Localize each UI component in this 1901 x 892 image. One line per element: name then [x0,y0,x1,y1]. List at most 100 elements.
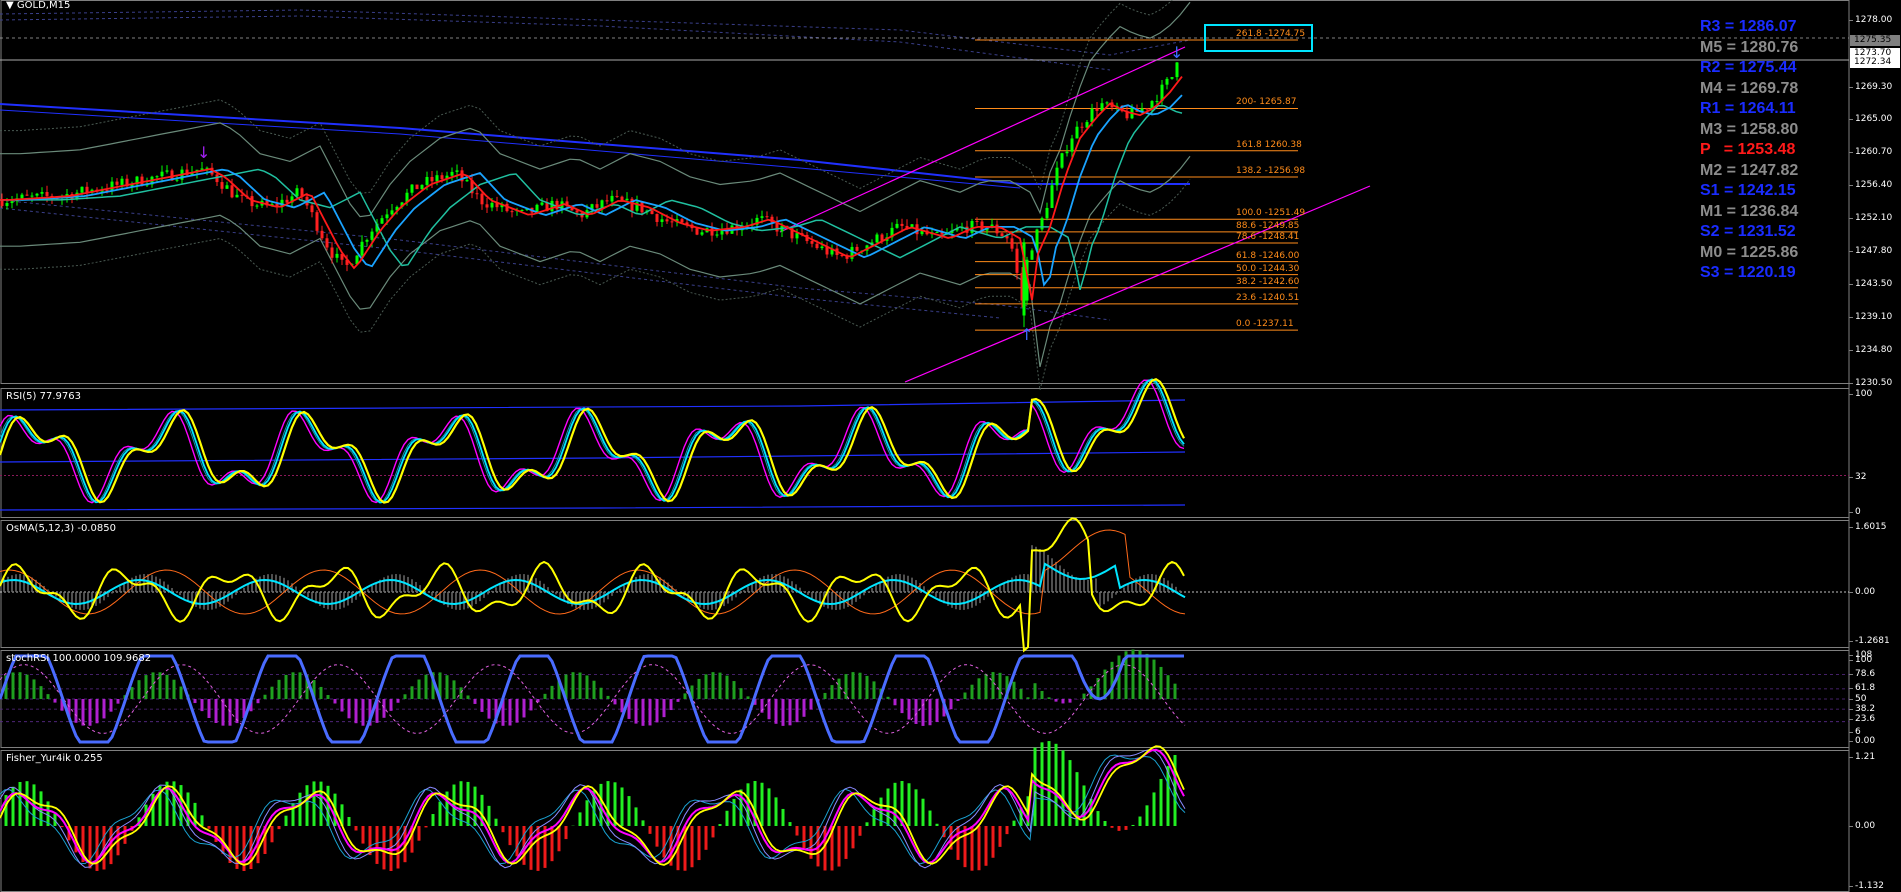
stoch-hist-pos [970,684,974,699]
collapse-triangle-icon[interactable]: ▼ [6,0,14,11]
stoch-hist-neg [669,699,673,711]
stoch-hist-neg [256,699,260,704]
stoch-hist-neg [333,699,337,704]
stoch-hist-pos [32,679,36,699]
rsi-label: RSI(5) 77.9763 [6,391,81,402]
price-tick-label: 1243.50 [1855,279,1893,289]
stoch-hist-pos [277,679,281,699]
stoch-hist-pos [1019,689,1023,699]
stoch-hist-pos [704,674,708,699]
bull-candle [1045,207,1049,219]
price-tick-label: 1230.50 [1855,378,1893,388]
fisher-pane[interactable] [0,741,1186,871]
stoch-hist-pos [319,686,323,699]
bear-candle [680,219,684,223]
stoch-hist-neg [802,699,806,717]
price-tick-label: 1260.70 [1855,147,1893,157]
price-tick-label: 0.00 [1855,821,1876,831]
fisher-hist-neg [354,826,358,831]
stoch-hist-neg [1068,699,1072,703]
bull-candle [5,203,9,206]
price-pane[interactable]: ↓ ↓ ↑ [0,0,1849,391]
rsi-pane[interactable] [0,377,1849,511]
stoch-hist-pos [585,675,589,699]
pivot-levels-panel: R3 = 1286.07 M5 = 1280.76 R2 = 1275.44 M4 =… [1700,17,1840,284]
rsi-signal [0,378,1185,504]
bear-candle [25,194,29,196]
bear-candle [315,212,319,231]
fisher-hist-neg [375,826,379,864]
fisher-hist-pos [641,820,645,826]
bull-candle [1170,77,1174,79]
fisher-hist-pos [305,785,309,826]
bull-candle [80,186,84,193]
stoch-hist-pos [725,675,729,699]
fisher-hist-neg [991,826,995,858]
down-arrow-icon: ↓ [197,143,210,162]
price-tick-label: 23.6 [1855,714,1876,724]
price-tick-label: 1269.30 [1855,82,1893,92]
fisher-hist-pos [781,808,785,826]
stochrsi-pane[interactable] [0,649,1849,744]
bull-candle [1105,102,1109,104]
fisher-hist-neg [963,826,967,868]
fib-level-label: 138.2 -1256.98 [1236,165,1306,176]
stoch-hist-neg [81,699,85,726]
stoch-hist-pos [823,692,827,699]
fib-level-label: 88.6 -1249.85 [1236,220,1300,231]
stochrsi-label: stochRSI 100.0000 109.9682 [6,653,152,664]
fisher-hist-pos [347,817,351,826]
fisher-hist-neg [844,826,848,859]
pivot-level: M5 = 1280.76 [1700,38,1799,56]
tick-mark [1849,732,1853,733]
fisher-hist-neg [424,826,428,828]
fisher-hist-neg [648,826,652,834]
price-tick-label: 1265.00 [1855,114,1893,124]
fisher-hist-pos [1047,741,1051,826]
tick-mark [1849,119,1853,120]
price-highlight-label: 1272.34 [1850,57,1900,68]
stoch-hist-pos [1152,659,1156,699]
chart-canvas[interactable]: ↓ ↓ ↑ [0,0,1901,892]
ma-fast-red [0,76,1183,301]
price-tick-label: 1278.00 [1855,15,1893,25]
fisher-hist-neg [508,826,512,846]
ma-slow-teal [0,104,1183,291]
bear-candle [415,184,419,190]
osma-pane[interactable] [0,517,1849,653]
stoch-hist-pos [1173,683,1177,699]
stoch-hist-pos [165,674,169,699]
stoch-hist-pos [298,672,302,699]
fisher-hist-pos [298,792,302,826]
tick-mark [1849,641,1853,642]
pivot-level: M2 = 1247.82 [1700,161,1799,179]
stoch-hist-neg [788,699,792,726]
tick-mark [1849,350,1853,351]
fisher-hist-pos [319,781,323,826]
bull-candle [540,202,544,205]
slow-ma-blue [0,103,1190,185]
price-tick-label: -1.132 [1855,881,1885,891]
bull-candle [600,200,604,208]
stoch-hist-neg [396,699,400,703]
bull-candle [1090,108,1094,123]
bull-candle [335,253,339,258]
stoch-hist-pos [39,686,43,699]
tick-mark [1849,218,1853,219]
tick-mark [1849,886,1853,887]
tick-mark [1849,251,1853,252]
price-tick-label: -1.2681 [1855,636,1890,646]
fisher-hist-pos [284,815,288,826]
fisher-hist-pos [438,801,442,826]
stoch-hist-neg [921,699,925,726]
stoch-hist-neg [207,699,211,718]
bear-candle [325,238,329,248]
bull-candle [550,200,554,212]
fib-level-label: 261.8 -1274.75 [1236,29,1306,40]
bear-candle [220,182,224,189]
price-axis[interactable]: 1278.00 1269.30 1265.00 1260.70 1256.40 1252.… [1849,0,1901,892]
fisher-hist-pos [725,810,729,826]
fisher-hist-neg [662,826,666,858]
stoch-hist-neg [95,699,99,724]
bull-candle [490,202,494,208]
